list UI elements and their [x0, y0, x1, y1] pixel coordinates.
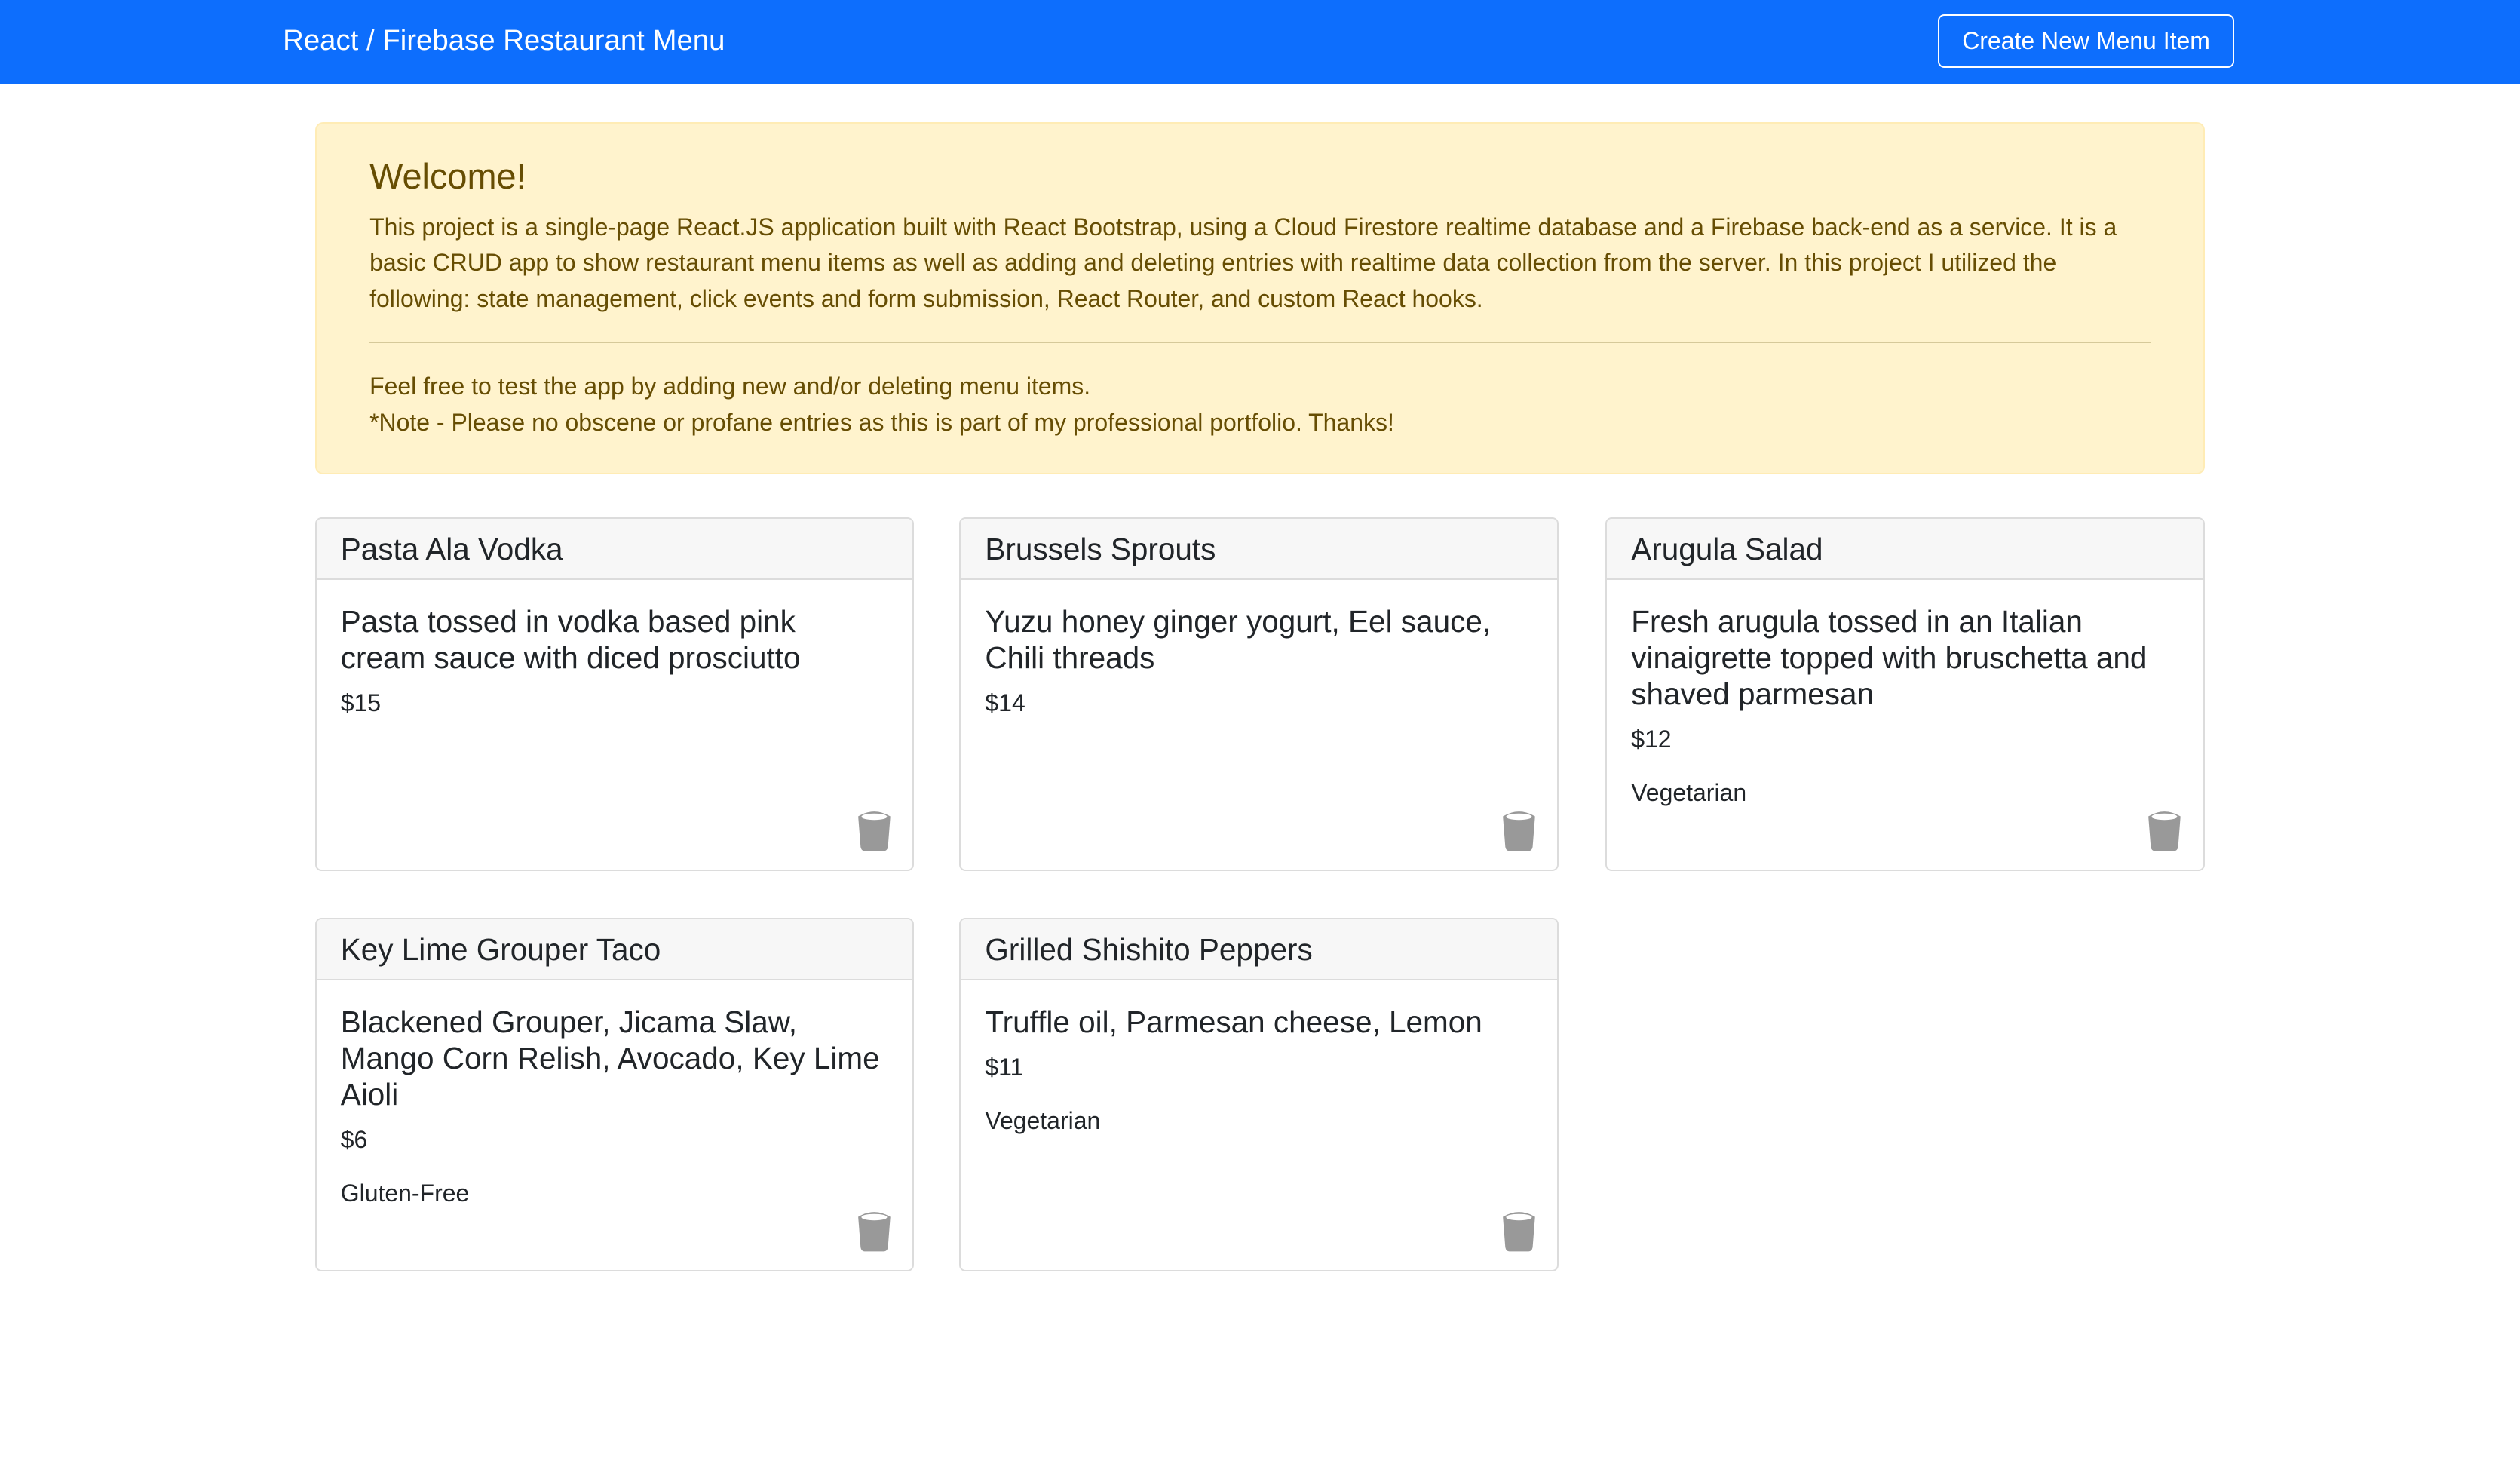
card-body: Fresh arugula tossed in an Italian vinai… — [1607, 580, 2203, 831]
create-menu-item-button[interactable]: Create New Menu Item — [1938, 14, 2234, 68]
card-description: Yuzu honey ginger yogurt, Eel sauce, Chi… — [985, 604, 1491, 676]
trash-icon[interactable] — [2147, 810, 2182, 851]
card-body: Blackened Grouper, Jicama Slaw, Mango Co… — [317, 980, 913, 1232]
trash-icon[interactable] — [857, 1210, 892, 1252]
card-header: Grilled Shishito Peppers — [961, 919, 1558, 980]
card-price: $15 — [340, 689, 382, 717]
card-price: $12 — [1631, 725, 1672, 753]
menu-item-card: Brussels Sprouts Yuzu honey ginger yogur… — [959, 517, 1559, 871]
card-header: Key Lime Grouper Taco — [316, 919, 913, 980]
alert-line-2: *Note - Please no obscene or profane ent… — [369, 408, 1394, 436]
card-description: Blackened Grouper, Jicama Slaw, Mango Co… — [340, 1004, 880, 1112]
menu-item-card: Key Lime Grouper Taco Blackened Grouper,… — [314, 918, 915, 1271]
card-diet: Gluten-Free — [340, 1179, 470, 1207]
card-body: Yuzu honey ginger yogurt, Eel sauce, Chi… — [961, 580, 1557, 767]
card-diet: Vegetarian — [985, 1106, 1101, 1134]
card-header: Arugula Salad — [1607, 519, 2203, 581]
menu-item-card: Grilled Shishito Peppers Truffle oil, Pa… — [959, 918, 1559, 1271]
navbar: React / Firebase Restaurant Menu Create … — [0, 0, 2520, 84]
card-price: $11 — [985, 1053, 1024, 1081]
menu-item-card: Arugula Salad Fresh arugula tossed in an… — [1605, 517, 2205, 871]
welcome-alert: Welcome! This project is a single-page R… — [314, 121, 2205, 475]
card-description: Pasta tossed in vodka based pink cream s… — [340, 604, 801, 676]
navbar-brand[interactable]: React / Firebase Restaurant Menu — [283, 24, 725, 57]
card-header: Brussels Sprouts — [961, 519, 1558, 581]
trash-icon[interactable] — [1501, 810, 1537, 851]
trash-icon[interactable] — [857, 810, 892, 851]
card-price: $14 — [985, 689, 1025, 717]
card-diet: Vegetarian — [1631, 779, 1747, 807]
alert-line-1: Feel free to test the app by adding new … — [369, 372, 1091, 400]
card-price: $6 — [340, 1125, 368, 1153]
alert-heading: Welcome! — [369, 156, 526, 196]
card-header: Pasta Ala Vodka — [316, 519, 913, 581]
alert-body: This project is a single-page React.JS a… — [369, 213, 2117, 313]
divider — [369, 341, 2151, 343]
card-description: Fresh arugula tossed in an Italian vinai… — [1631, 604, 2148, 712]
trash-icon[interactable] — [1501, 1210, 1537, 1252]
card-body: Truffle oil, Parmesan cheese, Lemon $11 … — [961, 980, 1557, 1159]
menu-item-card: Pasta Ala Vodka Pasta tossed in vodka ba… — [314, 517, 915, 871]
card-body: Pasta tossed in vodka based pink cream s… — [317, 580, 913, 767]
card-description: Truffle oil, Parmesan cheese, Lemon — [985, 1004, 1482, 1039]
